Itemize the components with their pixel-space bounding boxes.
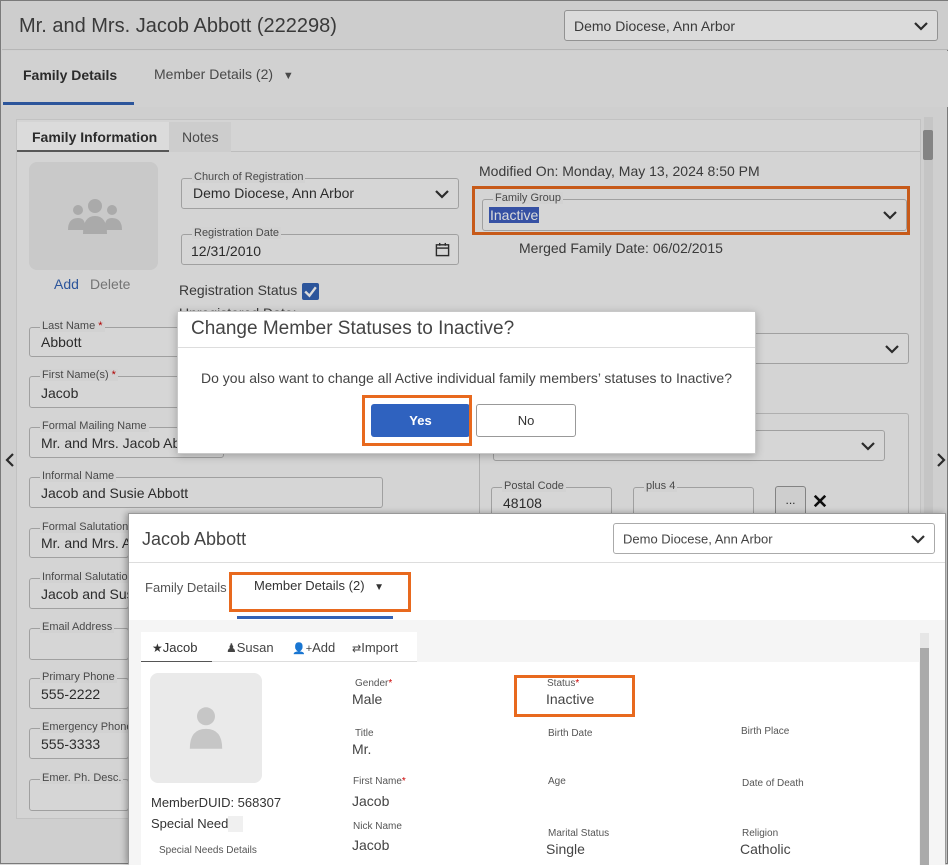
dialog-title: Change Member Statuses to Inactive? xyxy=(191,318,515,339)
age-label: Age xyxy=(548,776,566,787)
first-name-value[interactable]: Jacob xyxy=(352,793,389,809)
member-tab-jacob[interactable]: ★Jacob xyxy=(141,632,212,663)
date-of-death-label: Date of Death xyxy=(742,778,804,789)
special-needs-label: Special Needs xyxy=(151,816,235,831)
member-tab-jacob-label: Jacob xyxy=(162,640,198,655)
member-tab-import[interactable]: ⇄Import xyxy=(352,640,398,655)
birth-date-label: Birth Date xyxy=(548,728,593,739)
member-tab-susan[interactable]: ♟Susan xyxy=(226,640,274,655)
title-label: Title xyxy=(355,728,374,739)
marital-status-value[interactable]: Single xyxy=(546,841,585,857)
nick-name-label: Nick Name xyxy=(353,821,402,832)
star-icon: ★ xyxy=(152,641,163,655)
member-tab-import-label: Import xyxy=(361,640,399,655)
religion-label: Religion xyxy=(742,828,779,839)
member-duid: MemberDUID: 568307 xyxy=(151,795,282,810)
member-photo xyxy=(150,673,262,783)
member-tab-add[interactable]: 👤+Add xyxy=(292,640,335,655)
member-details-highlight xyxy=(229,572,411,612)
member-diocese-select[interactable]: Demo Diocese, Ann Arbor xyxy=(613,523,935,554)
birth-place-label: Birth Place xyxy=(741,726,790,737)
member-window: Jacob Abbott Demo Diocese, Ann Arbor Fam… xyxy=(128,513,946,865)
chevron-down-icon xyxy=(911,534,925,544)
person-silhouette-icon xyxy=(189,707,223,749)
religion-value[interactable]: Catholic xyxy=(740,841,791,857)
yes-button-highlight xyxy=(362,395,472,446)
special-needs-details-label: Special Needs Details xyxy=(159,845,257,856)
add-person-icon: 👤+ xyxy=(292,643,313,655)
member-tab-add-label: Add xyxy=(312,640,336,655)
special-needs-checkbox[interactable] xyxy=(228,816,243,832)
nick-name-value[interactable]: Jacob xyxy=(352,837,389,853)
member-active-tab-indicator xyxy=(237,616,393,619)
person-icon: ♟ xyxy=(226,641,237,655)
no-button[interactable]: No xyxy=(476,404,576,437)
first-name-label: First Name* xyxy=(353,776,406,787)
marital-status-label: Marital Status xyxy=(548,828,610,839)
status-highlight xyxy=(514,675,635,717)
member-scrollbar-thumb[interactable] xyxy=(920,648,929,865)
import-icon: ⇄ xyxy=(352,643,362,655)
member-title: Jacob Abbott xyxy=(142,529,247,549)
dialog-message: Do you also want to change all Active in… xyxy=(201,370,732,386)
gender-value[interactable]: Male xyxy=(352,691,382,707)
member-tab-susan-label: Susan xyxy=(236,640,274,655)
dialog-divider xyxy=(178,347,755,348)
gender-label: Gender* xyxy=(355,678,393,689)
member-tab-family-details[interactable]: Family Details xyxy=(145,580,227,595)
title-value[interactable]: Mr. xyxy=(352,741,371,757)
member-diocese-value: Demo Diocese, Ann Arbor xyxy=(623,531,773,546)
